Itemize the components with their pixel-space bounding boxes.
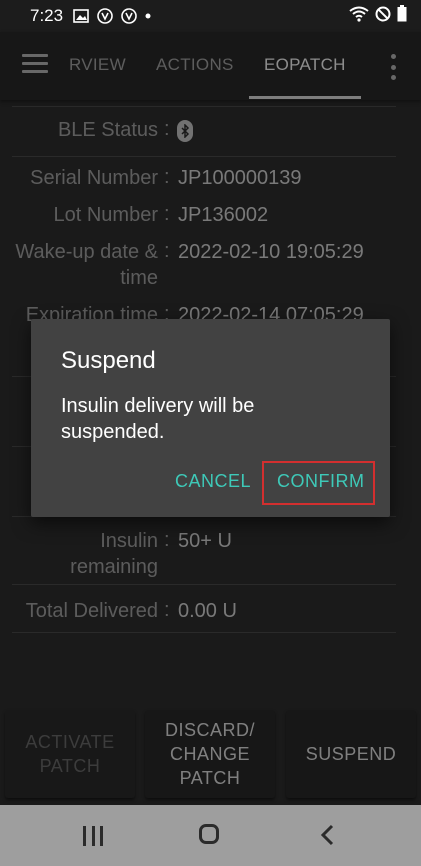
confirm-highlight-box bbox=[262, 461, 375, 505]
app-notification-icon bbox=[97, 8, 113, 24]
more-notifications-dot-icon bbox=[145, 13, 151, 19]
status-time: 7:23 bbox=[30, 6, 64, 25]
recents-icon[interactable] bbox=[83, 826, 103, 846]
suspend-dialog: Suspend Insulin delivery will be suspend… bbox=[31, 319, 390, 517]
cancel-button[interactable]: CANCEL bbox=[175, 471, 251, 492]
back-icon[interactable] bbox=[318, 823, 338, 847]
do-not-disturb-icon bbox=[375, 6, 391, 27]
battery-icon bbox=[397, 5, 407, 27]
dialog-message: Insulin delivery will be suspended. bbox=[61, 395, 255, 443]
system-nav-bar bbox=[0, 805, 421, 866]
wifi-icon bbox=[349, 6, 369, 27]
gallery-notification-icon bbox=[73, 9, 89, 23]
dialog-title: Suspend bbox=[61, 347, 156, 374]
home-icon[interactable] bbox=[199, 824, 219, 844]
app-notification-icon-2 bbox=[121, 8, 137, 24]
status-bar: 7:23 bbox=[0, 0, 421, 32]
